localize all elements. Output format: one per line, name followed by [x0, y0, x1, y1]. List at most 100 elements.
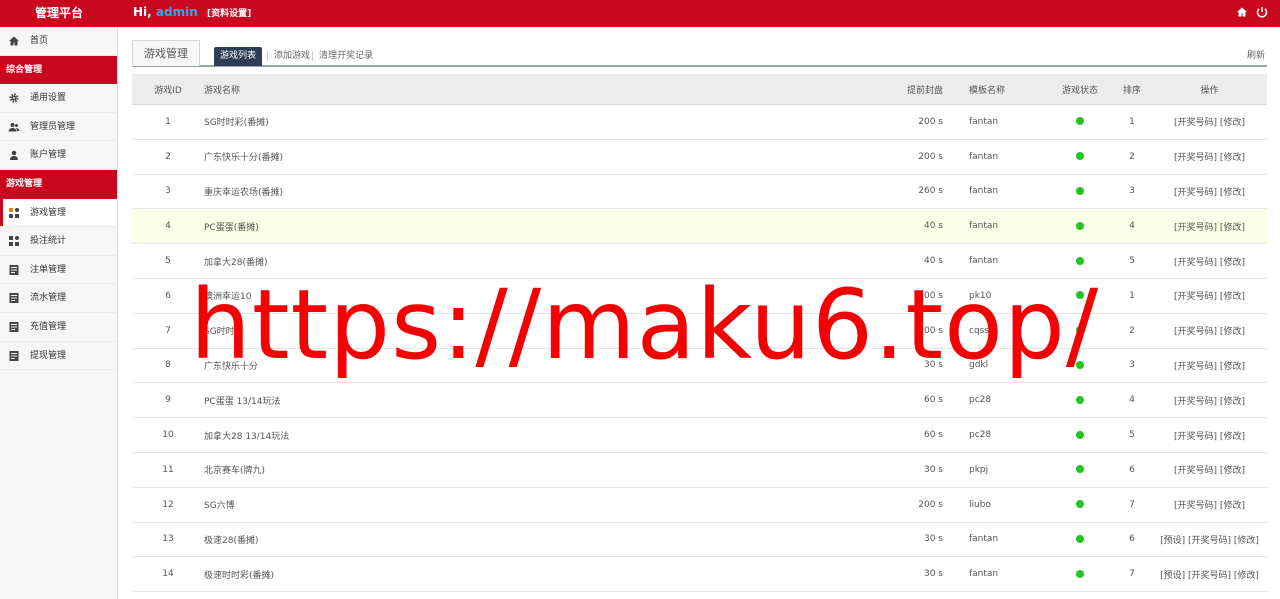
cell-close-time: 200 s — [918, 116, 943, 127]
power-icon[interactable] — [1256, 6, 1268, 20]
cell-ops[interactable]: [开奖号码] [修改] — [1152, 498, 1267, 511]
cell-id: 9 — [165, 395, 171, 406]
cell-close-time: 200 s — [918, 290, 943, 301]
col-header-ops: 操作 — [1200, 85, 1219, 96]
cell-status — [1048, 395, 1112, 405]
cell-sort: 4 — [1129, 221, 1135, 232]
apps-icon — [8, 235, 20, 247]
status-dot-icon — [1076, 534, 1084, 543]
cell-close-time: 200 s — [918, 499, 943, 510]
status-dot-icon — [1076, 465, 1084, 474]
cell-sort: 3 — [1129, 360, 1135, 371]
cell-ops[interactable]: [开奖号码] [修改] — [1152, 185, 1267, 198]
cell-ops[interactable]: [开奖号码] [修改] — [1152, 463, 1267, 476]
cell-ops[interactable]: [开奖号码] [修改] — [1152, 150, 1267, 163]
cell-name: 加拿大28(番摊) — [204, 257, 268, 268]
table-row: 7 SG时时彩 200 s cqssc 2 [开奖号码] [修改] — [132, 314, 1267, 349]
cell-template: fantan — [969, 151, 999, 162]
cell-ops[interactable]: [开奖号码] [修改] — [1152, 115, 1267, 128]
col-header-template: 模板名称 — [969, 85, 1006, 96]
status-dot-icon — [1076, 326, 1084, 335]
sidebar-item-admins[interactable]: 管理员管理 — [0, 113, 117, 142]
col-header-close: 提前封盘 — [906, 85, 943, 96]
cell-ops[interactable]: [开奖号码] [修改] — [1152, 220, 1267, 233]
cell-status — [1048, 465, 1112, 475]
sidebar-item-label: 管理员管理 — [30, 121, 76, 132]
cell-name: 广东快乐十分 — [204, 361, 259, 372]
table-row: 11 北京赛车(牌九) 30 s pkpj 6 [开奖号码] [修改] — [132, 453, 1267, 488]
status-dot-icon — [1076, 152, 1084, 161]
subtab-clear-records[interactable]: 清理开奖记录 — [319, 48, 373, 64]
brand-title: 管理平台 — [34, 6, 83, 20]
status-dot-icon — [1076, 291, 1084, 300]
cell-sort: 7 — [1129, 569, 1135, 580]
status-dot-icon — [1076, 186, 1084, 195]
table-header: 游戏ID 游戏名称 提前封盘 模板名称 游戏状态 排序 操作 — [132, 74, 1267, 105]
cell-ops[interactable]: [开奖号码] [修改] — [1152, 429, 1267, 442]
cell-ops[interactable]: [预设] [开奖号码] [修改] — [1152, 568, 1267, 581]
cell-close-time: 200 s — [918, 325, 943, 336]
subtab-game-list[interactable]: 游戏列表 — [214, 47, 263, 66]
cell-status — [1048, 186, 1112, 196]
table-row: 13 极速28(番摊) 30 s fantan 6 [预设] [开奖号码] [修改] — [132, 523, 1267, 558]
status-dot-icon — [1076, 256, 1084, 265]
tab-game-management[interactable]: 游戏管理 — [132, 40, 200, 66]
sidebar-item-game-management[interactable]: 游戏管理 — [0, 198, 117, 228]
username-link[interactable]: admin — [156, 5, 198, 19]
cell-ops[interactable]: [开奖号码] [修改] — [1152, 289, 1267, 302]
sidebar-item-label: 通用设置 — [30, 93, 67, 104]
sidebar-item-label: 投注统计 — [30, 236, 67, 247]
sidebar-item-label: 注单管理 — [30, 264, 67, 275]
user-icon — [8, 149, 20, 161]
sidebar-item-accounts[interactable]: 账户管理 — [0, 141, 117, 170]
cell-sort: 1 — [1129, 116, 1135, 127]
cell-id: 2 — [165, 151, 171, 162]
cell-ops[interactable]: [开奖号码] [修改] — [1152, 324, 1267, 337]
cell-sort: 6 — [1129, 534, 1135, 545]
sidebar-item-bet-stats[interactable]: 投注统计 — [0, 227, 117, 256]
sidebar-item-withdraw[interactable]: 提现管理 — [0, 342, 117, 371]
subtab-add-game[interactable]: 添加游戏 — [274, 48, 310, 64]
cell-ops[interactable]: [开奖号码] [修改] — [1152, 255, 1267, 268]
cell-status — [1048, 534, 1112, 544]
cell-id: 5 — [165, 256, 171, 267]
cell-close-time: 30 s — [923, 464, 943, 475]
sidebar-item-label: 提现管理 — [30, 350, 67, 361]
sidebar-group-games[interactable]: 游戏管理 — [0, 169, 117, 199]
cell-name: 澳洲幸运10 — [204, 292, 252, 303]
cell-id: 10 — [162, 430, 174, 441]
cell-name: 加拿大28 13/14玩法 — [204, 431, 290, 442]
cell-status — [1048, 326, 1112, 336]
table-row: 5 加拿大28(番摊) 40 s fantan 5 [开奖号码] [修改] — [132, 244, 1267, 279]
cell-name: PC蛋蛋(番摊) — [204, 222, 259, 233]
home-icon[interactable] — [1236, 6, 1248, 20]
cell-close-time: 40 s — [923, 256, 943, 267]
sidebar-item-orders[interactable]: 注单管理 — [0, 256, 117, 285]
cell-id: 8 — [165, 360, 171, 371]
sidebar-item-general-settings[interactable]: 通用设置 — [0, 84, 117, 113]
cell-ops[interactable]: [开奖号码] [修改] — [1152, 359, 1267, 372]
cell-status — [1048, 569, 1112, 579]
cell-sort: 4 — [1129, 395, 1135, 406]
sidebar-group-general[interactable]: 综合管理 — [0, 55, 117, 85]
tab-divider — [312, 51, 313, 61]
sidebar-item-home[interactable]: 首页 — [0, 27, 117, 56]
refresh-link[interactable]: 刷新 — [1247, 48, 1265, 61]
profile-settings-link[interactable]: [资料设置] — [207, 9, 251, 19]
cell-status — [1048, 256, 1112, 266]
cell-name: 广东快乐十分(番摊) — [204, 153, 284, 164]
cell-template: pc28 — [969, 395, 992, 406]
cell-id: 12 — [162, 499, 174, 510]
greeting: Hi, admin [资料设置] — [133, 0, 251, 27]
cell-template: cqssc — [969, 325, 994, 336]
cell-ops[interactable]: [预设] [开奖号码] [修改] — [1152, 533, 1267, 546]
cell-template: fantan — [969, 569, 999, 580]
sidebar-item-recharge[interactable]: 充值管理 — [0, 313, 117, 342]
cell-id: 3 — [165, 186, 171, 197]
col-header-status: 游戏状态 — [1061, 85, 1098, 96]
col-header-name: 游戏名称 — [204, 85, 241, 96]
sidebar-item-flow[interactable]: 流水管理 — [0, 284, 117, 313]
cell-name: SG六博 — [204, 501, 235, 512]
table-row: 14 极速时时彩(番摊) 30 s fantan 7 [预设] [开奖号码] [修改] — [132, 557, 1267, 593]
cell-ops[interactable]: [开奖号码] [修改] — [1152, 394, 1267, 407]
